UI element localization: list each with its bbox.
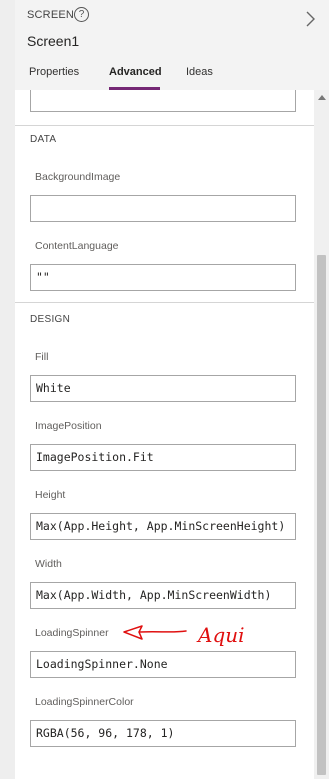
section-divider [15,302,314,303]
scroll-up-icon[interactable] [318,95,326,100]
scrollbar-thumb[interactable] [317,255,326,775]
loading-spinner-input[interactable]: LoadingSpinner.None [30,651,296,678]
properties-content: DATA BackgroundImage ContentLanguage "" … [15,90,314,779]
label-loading-spinner: LoadingSpinner [35,627,109,639]
section-label: SCREEN [27,9,75,21]
label-width: Width [35,558,62,570]
background-image-input[interactable] [30,195,296,222]
width-input[interactable]: Max(App.Width, App.MinScreenWidth) [30,582,296,609]
left-strip [0,0,16,779]
label-loading-spinner-color: LoadingSpinnerColor [35,696,134,708]
label-height: Height [35,489,66,501]
vertical-scrollbar[interactable] [314,90,329,779]
screen-name: Screen1 [27,33,80,49]
tab-bar: Properties Advanced Ideas [15,62,329,90]
image-position-input[interactable]: ImagePosition.Fit [30,444,296,471]
panel-header: SCREEN ? Screen1 Properties Advanced Ide… [15,0,329,90]
section-title-design: DESIGN [30,314,71,325]
label-image-position: ImagePosition [35,420,102,432]
content-language-input[interactable]: "" [30,264,296,291]
tab-properties[interactable]: Properties [29,66,79,78]
chevron-right-icon[interactable] [303,10,317,28]
label-fill: Fill [35,351,49,363]
tab-advanced[interactable]: Advanced [109,66,162,78]
section-divider [15,125,314,126]
arrow-left-icon [123,625,187,640]
section-title-data: DATA [30,134,57,145]
label-content-language: ContentLanguage [35,240,119,252]
height-input[interactable]: Max(App.Height, App.MinScreenHeight) [30,513,296,540]
fill-input[interactable]: White [30,375,296,402]
loading-spinner-color-input[interactable]: RGBA(56, 96, 178, 1) [30,720,296,747]
handwritten-annotation: Aqui [123,623,245,647]
tab-ideas[interactable]: Ideas [186,66,213,78]
label-background-image: BackgroundImage [35,171,121,183]
annotation-text: Aqui [196,623,245,647]
previous-property-input[interactable] [30,90,296,112]
help-icon[interactable]: ? [74,7,89,22]
